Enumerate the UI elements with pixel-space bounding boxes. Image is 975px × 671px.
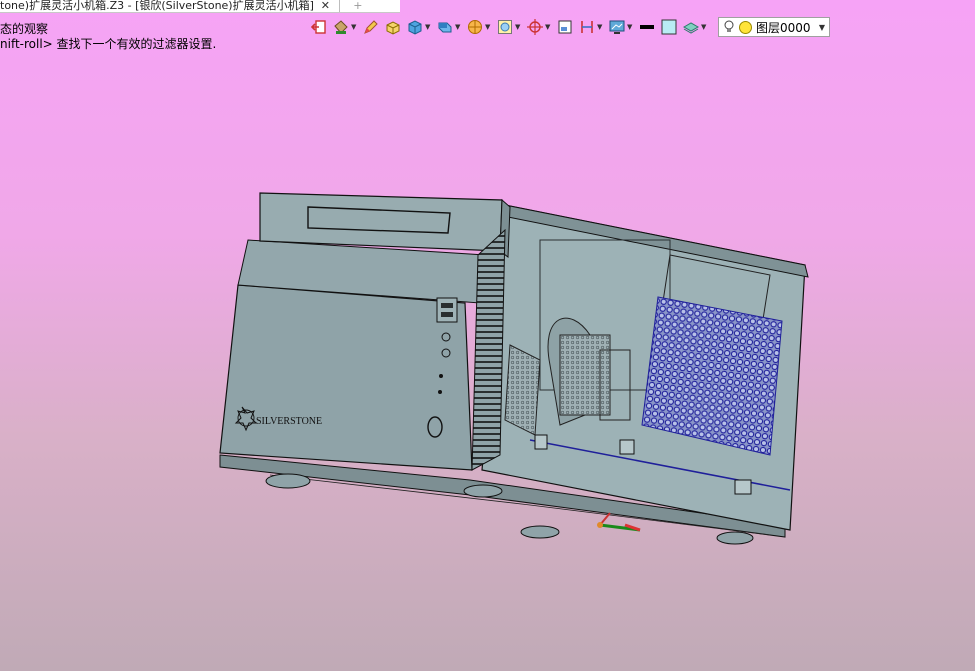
layer-manager-button[interactable]: ▼ [682, 16, 708, 38]
layer-stack-icon [682, 22, 700, 34]
solid-view-button[interactable]: ▼ [406, 16, 432, 38]
box-select-button[interactable] [384, 16, 402, 38]
view-toolbar: ▼ ▼ ▼ ▼ ▼ ▼ ▼ ▼ ▼ 图层0000 ▼ [310, 15, 830, 39]
sketch-button[interactable] [362, 16, 380, 38]
origin-button[interactable]: ▼ [526, 16, 552, 38]
lightbulb-icon [724, 20, 734, 32]
exit-view-button[interactable] [310, 16, 328, 38]
exit-view-icon [310, 20, 326, 34]
shaded-cube-icon [438, 22, 452, 33]
chevron-down-icon[interactable]: ▼ [425, 23, 432, 31]
new-tab-icon[interactable]: + [350, 0, 366, 12]
transparent-box-icon [498, 20, 512, 34]
plane-button[interactable] [556, 16, 574, 38]
chevron-down-icon[interactable]: ▼ [627, 23, 634, 31]
box-select-icon [386, 21, 400, 35]
status-hint-line-2: nift-roll> 查找下一个有效的过滤器设置. [0, 37, 217, 51]
line-color-icon [640, 25, 654, 29]
svg-text:SILVERSTONE: SILVERSTONE [256, 416, 322, 427]
3d-model-viewport[interactable]: SILVERSTONE [210, 185, 820, 555]
chevron-down-icon[interactable]: ▼ [485, 23, 492, 31]
close-tab-icon[interactable]: ✕ [317, 0, 333, 12]
fill-color-button[interactable] [660, 16, 678, 38]
case-front: SILVERSTONE [219, 192, 511, 471]
cube-icon [408, 20, 422, 35]
chevron-down-icon[interactable]: ▼ [455, 23, 462, 31]
chevron-down-icon[interactable]: ▼ [515, 23, 522, 31]
chevron-down-icon[interactable]: ▼ [351, 23, 358, 31]
paint-bucket-icon [334, 20, 348, 34]
chevron-down-icon[interactable]: ▼ [545, 23, 552, 31]
section-button[interactable]: ▼ [578, 16, 604, 38]
fill-color-icon [661, 19, 677, 35]
document-tab[interactable]: tone)扩展灵活小机箱.Z3 - [银欣(SilverStone)扩展灵活小机… [0, 0, 341, 12]
layer-select-value: 图层0000 [756, 20, 811, 35]
section-icon [581, 21, 593, 33]
layer-select[interactable]: 图层0000 ▼ [718, 17, 830, 37]
sphere-icon [468, 20, 482, 34]
shaded-view-button[interactable]: ▼ [436, 16, 462, 38]
render-button[interactable]: ▼ [466, 16, 492, 38]
pencil-icon [364, 20, 378, 34]
display-button[interactable]: ▼ [608, 16, 634, 38]
line-color-button[interactable] [638, 16, 656, 38]
chevron-down-icon[interactable]: ▼ [597, 23, 604, 31]
layer-color-icon [739, 20, 752, 34]
document-tab-bar: tone)扩展灵活小机箱.Z3 - [银欣(SilverStone)扩展灵活小机… [0, 0, 400, 13]
chevron-down-icon: ▼ [818, 22, 825, 32]
chevron-down-icon[interactable]: ▼ [701, 23, 708, 31]
document-tab-title: tone)扩展灵活小机箱.Z3 - [银欣(SilverStone)扩展灵活小机… [0, 0, 314, 12]
monitor-icon [609, 20, 625, 34]
paint-button[interactable]: ▼ [332, 16, 358, 38]
crosshair-icon [527, 19, 543, 35]
plane-icon [558, 20, 572, 34]
transparency-button[interactable]: ▼ [496, 16, 522, 38]
